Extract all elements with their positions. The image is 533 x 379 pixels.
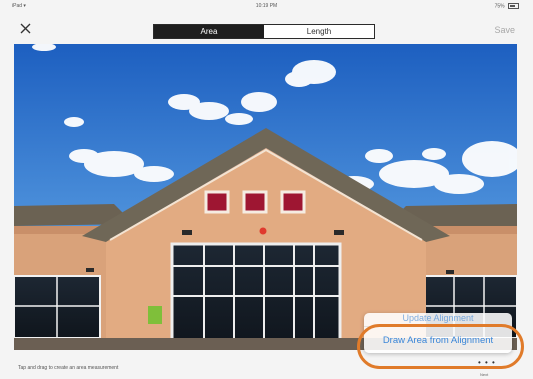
measurement-point-marker[interactable] bbox=[259, 227, 267, 235]
gable-window-1 bbox=[204, 190, 230, 214]
battery-percent: 75% bbox=[494, 3, 505, 10]
measure-mode-control: Area Length bbox=[153, 24, 375, 39]
nav-bar: Area Length Save bbox=[0, 14, 533, 44]
app-screen: iPad ▾ 10:19 PM 75% Area Length Save Tap… bbox=[0, 0, 533, 379]
close-icon[interactable] bbox=[18, 21, 34, 37]
more-dots-icon[interactable]: • • • bbox=[478, 358, 496, 367]
update-alignment-item[interactable]: Update Alignment bbox=[364, 313, 512, 327]
tab-length[interactable]: Length bbox=[264, 25, 374, 38]
gable-window-2 bbox=[242, 190, 268, 214]
alignment-menu: Update Alignment Draw Area from Alignmen… bbox=[364, 313, 512, 353]
status-bar: iPad ▾ 10:19 PM 75% bbox=[0, 0, 533, 14]
save-button[interactable]: Save bbox=[494, 25, 515, 35]
draw-area-from-alignment-item[interactable]: Draw Area from Alignment bbox=[364, 331, 512, 351]
next-label[interactable]: Next bbox=[480, 372, 488, 377]
battery-icon bbox=[508, 3, 519, 9]
building-facade-photo[interactable] bbox=[14, 44, 517, 350]
instruction-hint: Tap and drag to create an area measureme… bbox=[18, 365, 119, 371]
tab-area[interactable]: Area bbox=[154, 25, 264, 38]
green-sign bbox=[148, 306, 162, 324]
status-time: 10:19 PM bbox=[255, 3, 278, 9]
battery-status: 75% bbox=[495, 3, 519, 9]
gable-window-3 bbox=[280, 190, 306, 214]
